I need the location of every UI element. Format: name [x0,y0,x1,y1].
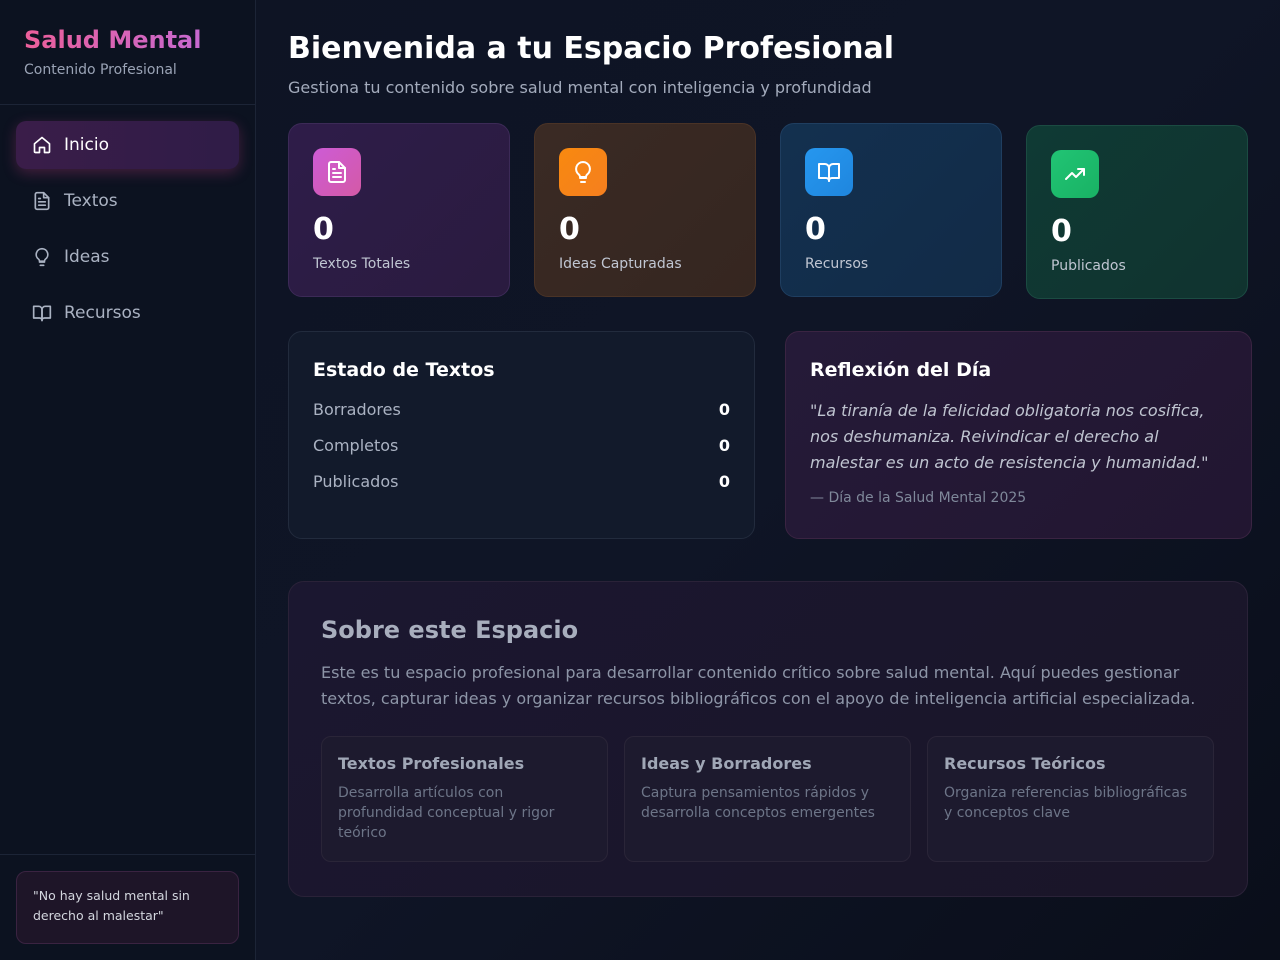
stat-value: 0 [559,212,580,247]
file-text-icon [313,148,361,196]
row-label: Publicados [313,472,399,491]
book-open-icon [32,303,52,323]
stat-value: 0 [313,212,334,247]
row-label: Borradores [313,400,401,419]
sidebar-item-ideas[interactable]: Ideas [16,233,239,281]
page-subtitle: Gestiona tu contenido sobre salud mental… [288,78,872,97]
row-value: 0 [718,472,730,491]
estado-row-completos: Completos 0 [313,434,730,458]
estado-title: Estado de Textos [313,359,495,381]
brand: Salud Mental Contenido Profesional [0,0,255,105]
lightbulb-icon [32,247,52,267]
about-text: Este es tu espacio profesional para desa… [321,663,1196,708]
app-window: Salud Mental Contenido Profesional Inici… [0,0,1280,960]
feature-title: Ideas y Borradores [641,754,812,773]
stat-value: 0 [805,212,826,247]
estado-row-publicados: Publicados 0 [313,470,730,494]
book-open-icon [805,148,853,196]
sidebar-footer: "No hay salud mental sin derecho al male… [0,854,255,960]
feature-title: Textos Profesionales [338,754,525,773]
sidebar-item-textos[interactable]: Textos [16,177,239,225]
feature-desc: Captura pensamientos rápidos y desarroll… [641,785,875,821]
brand-title: Salud Mental [24,26,231,54]
feature-card: Textos Profesionales Desarrolla artículo… [321,736,608,862]
reflexion-source: — Día de la Salud Mental 2025 [810,490,1027,506]
features-row: Textos Profesionales Desarrolla artículo… [321,736,1215,862]
file-text-icon [32,191,52,211]
stat-value: 0 [1051,214,1072,249]
sidebar-nav: Inicio Textos Ideas Recursos [0,105,255,337]
row-value: 0 [718,436,730,455]
estado-row-borradores: Borradores 0 [313,398,730,422]
stat-card-recursos[interactable]: 0 Recursos [780,123,1002,297]
about-title: Sobre este Espacio [321,616,579,644]
middle-row: Estado de Textos Borradores 0 Completos … [288,331,1252,539]
main-content: Bienvenida a tu Espacio Profesional Gest… [256,0,1280,960]
stat-card-ideas[interactable]: 0 Ideas Capturadas [534,123,756,297]
row-value: 0 [718,400,730,419]
stat-card-textos[interactable]: 0 Textos Totales [288,123,510,297]
stats-row: 0 Textos Totales 0 Ideas Capturadas 0 Re… [288,123,1252,299]
stat-card-publicados[interactable]: 0 Publicados [1026,125,1248,299]
stat-label: Recursos [805,256,869,272]
trending-up-icon [1051,150,1099,198]
sidebar-item-label: Recursos [64,303,141,323]
reflexion-card: Reflexión del Día "La tiranía de la feli… [785,331,1252,539]
sidebar: Salud Mental Contenido Profesional Inici… [0,0,256,960]
feature-desc: Desarrolla artículos con profundidad con… [338,785,555,841]
home-icon [32,135,52,155]
sidebar-item-inicio[interactable]: Inicio [16,121,239,169]
stat-label: Publicados [1051,258,1126,274]
sidebar-item-label: Inicio [64,135,109,155]
page-title: Bienvenida a tu Espacio Profesional [288,31,895,66]
row-label: Completos [313,436,399,455]
estado-card: Estado de Textos Borradores 0 Completos … [288,331,755,539]
feature-card: Ideas y Borradores Captura pensamientos … [624,736,911,862]
sidebar-item-label: Ideas [64,247,110,267]
sidebar-item-recursos[interactable]: Recursos [16,289,239,337]
sidebar-item-label: Textos [64,191,118,211]
lightbulb-icon [559,148,607,196]
reflexion-quote: "La tiranía de la felicidad obligatoria … [810,401,1209,472]
reflexion-title: Reflexión del Día [810,359,992,381]
about-section: Sobre este Espacio Este es tu espacio pr… [288,581,1248,897]
feature-title: Recursos Teóricos [944,754,1106,773]
stat-label: Textos Totales [313,256,411,272]
feature-desc: Organiza referencias bibliográficas y co… [944,785,1188,821]
stat-label: Ideas Capturadas [559,256,682,272]
brand-subtitle: Contenido Profesional [24,62,177,78]
feature-card: Recursos Teóricos Organiza referencias b… [927,736,1214,862]
sidebar-quote: "No hay salud mental sin derecho al male… [16,871,239,944]
